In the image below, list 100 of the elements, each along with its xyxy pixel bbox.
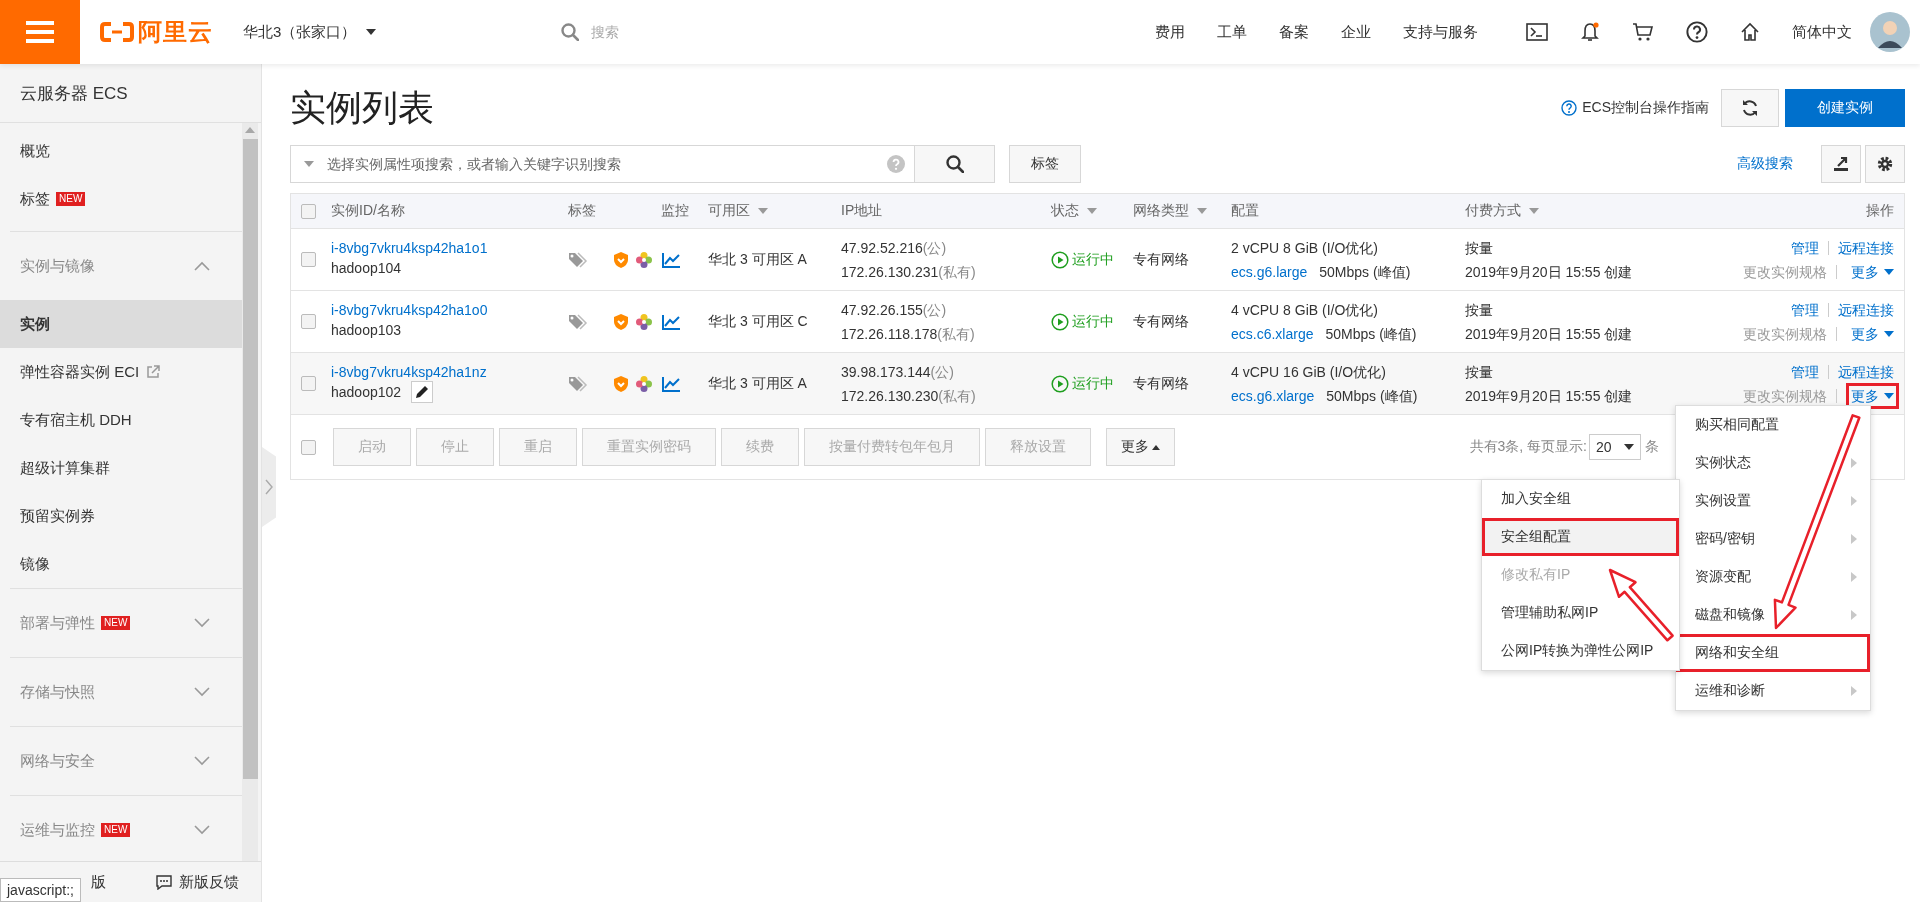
menu-item[interactable]: 运维和诊断 <box>1676 672 1870 710</box>
menu-item[interactable]: 资源变配 <box>1676 558 1870 596</box>
checkbox[interactable] <box>301 203 316 219</box>
nav-link[interactable]: 企业 <box>1341 22 1371 42</box>
guide-link[interactable]: ECS控制台操作指南 <box>1561 99 1709 117</box>
scrollbar[interactable] <box>242 123 258 861</box>
more-link[interactable]: 更多 <box>1846 320 1899 347</box>
menu-item[interactable]: 公网IP转换为弹性公网IP <box>1482 632 1679 670</box>
manage-link[interactable]: 管理 <box>1791 297 1819 322</box>
checkbox[interactable] <box>301 252 316 267</box>
sidebar-item[interactable]: 标签 NEW <box>0 175 242 223</box>
instance-id-link[interactable]: i-8vbg7vkru4ksp42ha1o1 <box>331 239 488 256</box>
feedback-link[interactable]: 新版反馈 <box>156 872 239 892</box>
tag-icon[interactable] <box>568 374 590 393</box>
column-header[interactable]: 付费方式 <box>1465 202 1539 220</box>
instance-type-link[interactable]: ecs.g6.xlarge <box>1231 383 1315 408</box>
menu-item[interactable]: 加入安全组 <box>1482 480 1679 518</box>
ip-address: 172.26.118.178(私有) <box>841 324 975 344</box>
column-header[interactable]: 网络类型 <box>1133 202 1207 220</box>
sort-icon[interactable] <box>1529 208 1539 214</box>
menu-item[interactable]: 管理辅助私网IP <box>1482 594 1679 632</box>
remote-connect-link[interactable]: 远程连接 <box>1838 297 1894 322</box>
search-field[interactable]: 搜索 <box>589 23 775 41</box>
sidebar-item[interactable]: 实例 <box>0 300 242 348</box>
shield-icon[interactable] <box>613 374 629 393</box>
sidebar-group[interactable]: 网络与安全 <box>0 727 242 795</box>
menu-item[interactable]: 实例设置 <box>1676 482 1870 520</box>
checkbox[interactable] <box>301 376 316 391</box>
batch-button[interactable]: 更多 <box>1106 428 1175 466</box>
sidebar-item[interactable]: 镜像 <box>0 540 242 588</box>
instance-id-link[interactable]: i-8vbg7vkru4ksp42ha1nz <box>331 363 487 380</box>
chat-icon <box>156 874 172 890</box>
checkbox[interactable] <box>301 439 316 455</box>
more-link[interactable]: 更多 <box>1846 258 1899 285</box>
flower-icon[interactable] <box>635 250 653 269</box>
nav-link[interactable]: 费用 <box>1155 22 1185 42</box>
sidebar-item[interactable]: 概览 <box>0 127 242 175</box>
manage-link[interactable]: 管理 <box>1791 359 1819 384</box>
tag-icon[interactable] <box>568 312 590 331</box>
caret-right-icon <box>1851 686 1857 696</box>
shield-icon[interactable] <box>613 312 629 331</box>
sidebar-group[interactable]: 部署与弹性 NEW <box>0 589 242 657</box>
shield-icon[interactable] <box>613 250 629 269</box>
search-field[interactable]: 选择实例属性项搜索，或者输入关键字识别搜索 <box>290 145 915 183</box>
flower-icon[interactable] <box>635 312 653 331</box>
edit-button[interactable] <box>411 380 434 403</box>
change-spec-link[interactable]: 更改实例规格 <box>1743 321 1827 346</box>
sort-icon[interactable] <box>1087 208 1097 214</box>
sidebar-group[interactable]: 运维与监控 NEW <box>0 796 242 861</box>
avatar[interactable] <box>1870 12 1910 52</box>
tag-button[interactable]: 标签 <box>1009 145 1081 183</box>
cart-icon[interactable] <box>1632 22 1654 42</box>
table-row[interactable]: i-8vbg7vkru4ksp42ha1nz hadoop102 华北 3 可用区 A 39.98.173.144(公) 172.26.130.230(私有) 运行中 专有网络 4 vCPU 16 GiB (I/O优化) ecs.g6.xlarge 50Mbps (峰值) 按量 2019年9月20日 15:55 创建 管理 远程连接 更改实例规格 更多 <box>291 353 1904 415</box>
instance-type-link[interactable]: ecs.g6.large <box>1231 259 1308 284</box>
nav-link[interactable]: 工单 <box>1217 22 1247 42</box>
remote-connect-link[interactable]: 远程连接 <box>1838 359 1894 384</box>
help-icon[interactable] <box>1686 21 1708 43</box>
instance-id-link[interactable]: i-8vbg7vkru4ksp42ha1o0 <box>331 301 488 318</box>
refresh-button[interactable] <box>1721 89 1779 127</box>
menu-item[interactable]: 磁盘和镜像 <box>1676 596 1870 634</box>
line-chart-icon[interactable] <box>661 250 681 269</box>
advanced-search-link[interactable]: 高级搜索 <box>1737 155 1793 173</box>
flower-icon[interactable] <box>635 374 653 393</box>
menu-item[interactable]: 密码/密钥 <box>1676 520 1870 558</box>
sort-icon[interactable] <box>1197 208 1207 214</box>
sidebar-group[interactable]: 存储与快照 <box>0 658 242 726</box>
menu-item[interactable]: 安全组配置 <box>1482 518 1679 556</box>
nav-link[interactable]: 备案 <box>1279 22 1309 42</box>
nav-link[interactable]: 支持与服务 <box>1403 22 1478 42</box>
checkbox[interactable] <box>301 314 316 329</box>
create-button[interactable]: 创建实例 <box>1785 89 1905 127</box>
sidebar-item[interactable]: 专有宿主机 DDH <box>0 396 242 444</box>
menu-button[interactable] <box>0 0 80 64</box>
sidebar-item[interactable]: 预留实例券 <box>0 492 242 540</box>
search-button[interactable] <box>915 145 995 183</box>
column-header[interactable]: 可用区 <box>708 202 768 220</box>
created-text: 2019年9月20日 15:55 创建 <box>1465 386 1633 406</box>
home-icon[interactable] <box>1740 22 1760 42</box>
sidebar-group[interactable]: 实例与镜像 <box>0 232 242 300</box>
manage-link[interactable]: 管理 <box>1791 235 1819 260</box>
settings-button[interactable] <box>1865 145 1905 183</box>
table-row[interactable]: i-8vbg7vkru4ksp42ha1o1 hadoop104 华北 3 可用区 A 47.92.52.216(公) 172.26.130.231(私有) 运行中 专有网络 2 vCPU 8 GiB (I/O优化) ecs.g6.large 50Mbps (峰值) 按量 2019年9月20日 15:55 创建 管理 远程连接 更改实例规格 更多 <box>291 229 1904 291</box>
export-button[interactable] <box>1821 145 1861 183</box>
change-spec-link[interactable]: 更改实例规格 <box>1743 259 1827 284</box>
region-selector[interactable]: 华北3（张家口） <box>243 22 377 42</box>
remote-connect-link[interactable]: 远程连接 <box>1838 235 1894 260</box>
instance-type-link[interactable]: ecs.c6.xlarge <box>1231 321 1314 346</box>
page-size-select[interactable]: 20 <box>1589 434 1641 460</box>
sidebar-item[interactable]: 弹性容器实例 ECI <box>0 348 242 396</box>
line-chart-icon[interactable] <box>661 312 681 331</box>
tag-icon[interactable] <box>568 250 590 269</box>
notification-icon[interactable] <box>1580 22 1600 42</box>
menu-item[interactable]: 实例状态 <box>1676 444 1870 482</box>
page-title: 实例列表 <box>290 85 434 130</box>
sidebar-item[interactable]: 超级计算集群 <box>0 444 242 492</box>
language-link[interactable]: 简体中文 <box>1792 22 1852 42</box>
line-chart-icon[interactable] <box>661 374 681 393</box>
sort-icon[interactable] <box>758 208 768 214</box>
terminal-icon[interactable] <box>1526 23 1548 41</box>
column-header[interactable]: 状态 <box>1051 202 1097 220</box>
